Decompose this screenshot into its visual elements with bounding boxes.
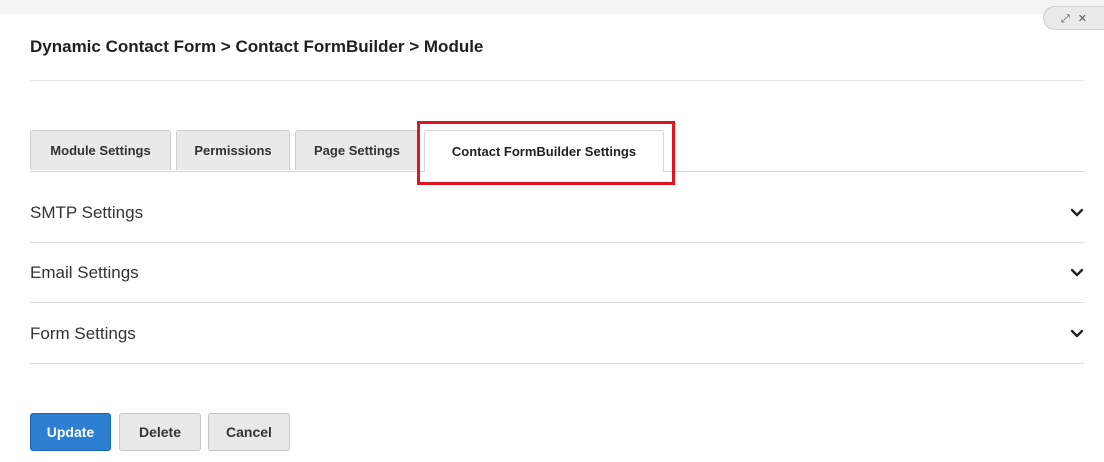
section-smtp-settings[interactable]: SMTP Settings: [30, 183, 1084, 243]
chevron-down-icon: [1070, 329, 1084, 337]
section-label: Form Settings: [30, 323, 136, 343]
tab-contact-formbuilder-settings[interactable]: Contact FormBuilder Settings: [424, 130, 664, 172]
chevron-down-icon: [1070, 208, 1084, 216]
breadcrumb: Dynamic Contact Form > Contact FormBuild…: [30, 37, 484, 56]
section-email-settings[interactable]: Email Settings: [30, 243, 1084, 303]
maximize-icon[interactable]: ⤢: [1061, 13, 1070, 24]
section-form-settings[interactable]: Form Settings: [30, 304, 1084, 364]
tab-bar: Module Settings Permissions Page Setting…: [30, 130, 1084, 172]
close-icon[interactable]: ✕: [1078, 13, 1087, 24]
top-band: [0, 0, 1104, 14]
window-controls: ⤢ ✕: [1043, 6, 1104, 30]
section-label: SMTP Settings: [30, 202, 144, 222]
cancel-button[interactable]: Cancel: [208, 413, 290, 451]
tab-page-settings[interactable]: Page Settings: [295, 130, 419, 170]
tab-permissions[interactable]: Permissions: [176, 130, 290, 170]
tab-module-settings[interactable]: Module Settings: [30, 130, 171, 170]
delete-button[interactable]: Delete: [119, 413, 201, 451]
divider: [30, 80, 1084, 81]
update-button[interactable]: Update: [30, 413, 111, 451]
section-label: Email Settings: [30, 262, 139, 282]
chevron-down-icon: [1070, 268, 1084, 276]
